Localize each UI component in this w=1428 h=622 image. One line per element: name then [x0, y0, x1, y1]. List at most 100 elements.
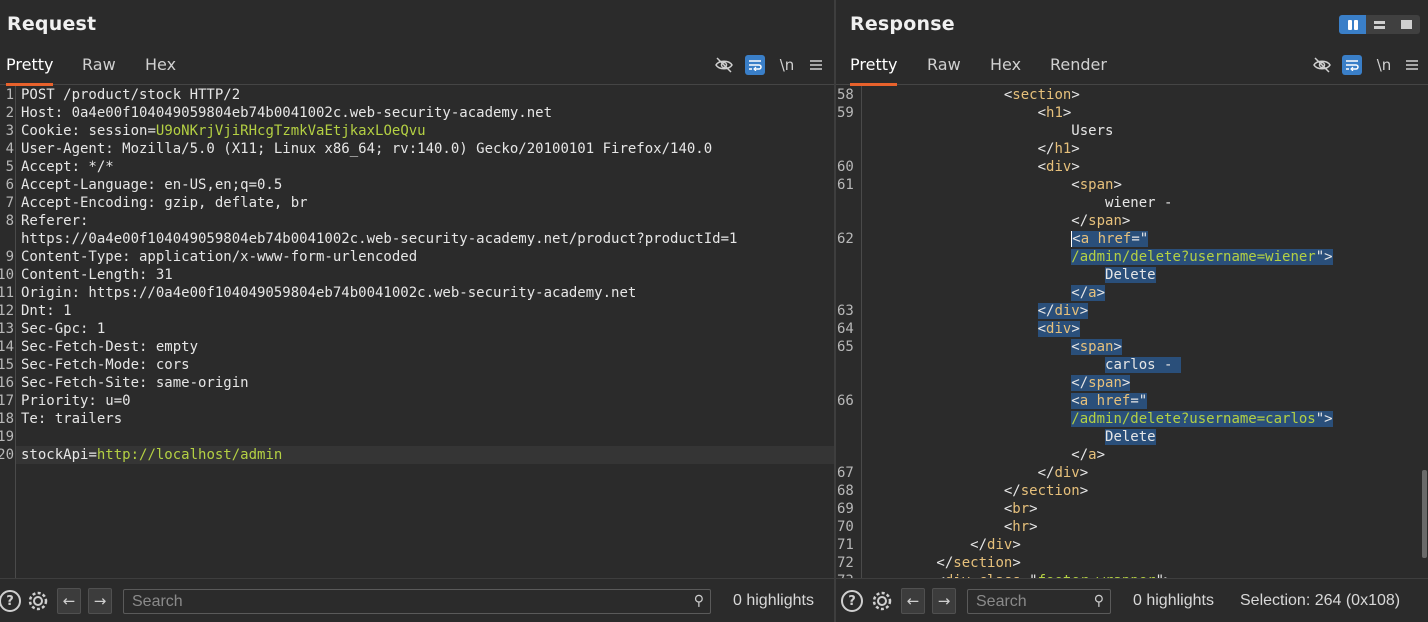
- eye-slash-icon[interactable]: [1312, 55, 1332, 75]
- line-code: <div>: [862, 320, 1428, 338]
- response-bottom-bar: ? ← → ⚲ 0 highlights Selection: 264 (0x1…: [836, 578, 1428, 622]
- hamburger-menu-icon[interactable]: [806, 55, 826, 75]
- response-line[interactable]: 61 <span> wiener - </span>: [836, 176, 1428, 230]
- response-tab-pretty[interactable]: Pretty: [850, 45, 898, 86]
- request-line[interactable]: 8 Referer: https://0a4e00f104049059804eb74…: [0, 212, 834, 248]
- line-number: 14: [0, 339, 14, 355]
- response-line[interactable]: 58 <section>: [836, 86, 1428, 104]
- response-scrollbar[interactable]: [1422, 470, 1427, 558]
- response-line[interactable]: 65 <span> carlos - </span>: [836, 338, 1428, 392]
- stacked-layout-icon[interactable]: [1366, 15, 1393, 34]
- request-line[interactable]: 20 stockApi=http://localhost/admin: [0, 446, 834, 464]
- code-token: >: [1079, 465, 1089, 481]
- request-line[interactable]: 3 Cookie: session=U9oNKrjVjiRHcgTzmkVaEtj…: [0, 122, 834, 140]
- newline-icon[interactable]: \n: [777, 55, 797, 75]
- word-wrap-icon[interactable]: [745, 55, 765, 75]
- single-pane-layout-icon[interactable]: [1393, 15, 1420, 34]
- hamburger-menu-icon[interactable]: [1402, 55, 1422, 75]
- request-line[interactable]: 5 Accept: */*: [0, 158, 834, 176]
- response-line[interactable]: 67 </div>: [836, 464, 1428, 482]
- response-line[interactable]: 59 <h1> Users </h1>: [836, 104, 1428, 158]
- code-token: h1: [1046, 105, 1063, 121]
- response-line[interactable]: 72 </section>: [836, 554, 1428, 572]
- response-line[interactable]: 70 <hr>: [836, 518, 1428, 536]
- request-line[interactable]: 4 User-Agent: Mozilla/5.0 (X11; Linux x86…: [0, 140, 834, 158]
- code-token: <: [869, 177, 1080, 193]
- code-token: /admin/delete?username=wiener: [1071, 249, 1316, 265]
- code-token: Delete: [1105, 267, 1156, 283]
- code-token: <: [1071, 231, 1081, 247]
- response-search-field[interactable]: ⚲: [967, 589, 1111, 614]
- arrow-right-icon[interactable]: →: [88, 588, 112, 614]
- request-tab-raw[interactable]: Raw: [82, 45, 116, 85]
- request-line[interactable]: 7 Accept-Encoding: gzip, deflate, br: [0, 194, 834, 212]
- code-token: /admin/delete?username=carlos: [1071, 411, 1316, 427]
- request-line[interactable]: 15 Sec-Fetch-Mode: cors: [0, 356, 834, 374]
- request-line[interactable]: 18 Te: trailers: [0, 410, 834, 428]
- word-wrap-icon[interactable]: [1342, 55, 1362, 75]
- response-line[interactable]: 71 </div>: [836, 536, 1428, 554]
- response-line[interactable]: 69 <br>: [836, 500, 1428, 518]
- response-line[interactable]: 66 <a href=" /admin/delete?username=carl…: [836, 392, 1428, 464]
- code-token: <: [869, 501, 1013, 517]
- response-tab-render[interactable]: Render: [1050, 45, 1107, 85]
- response-line[interactable]: 62 <a href=" /admin/delete?username=wien…: [836, 230, 1428, 302]
- code-token: http://localhost/admin: [96, 447, 283, 463]
- request-line[interactable]: 13 Sec-Gpc: 1: [0, 320, 834, 338]
- request-tabs: Pretty Raw Hex: [0, 45, 834, 86]
- request-line[interactable]: 19: [0, 428, 834, 446]
- code-token: <: [869, 105, 1047, 121]
- response-tab-raw[interactable]: Raw: [927, 45, 961, 85]
- code-token: Sec-Fetch-Site: same-origin: [21, 375, 249, 391]
- gear-icon[interactable]: [871, 590, 893, 612]
- request-line[interactable]: 11 Origin: https://0a4e00f104049059804eb7…: [0, 284, 834, 302]
- arrow-left-icon[interactable]: ←: [57, 588, 81, 614]
- line-code: </section>: [862, 482, 1428, 500]
- wrapped-continuation: https://0a4e00f104049059804eb74b0041002c…: [21, 231, 738, 247]
- request-line[interactable]: 16 Sec-Fetch-Site: same-origin: [0, 374, 834, 392]
- request-line[interactable]: 1 POST /product/stock HTTP/2: [0, 86, 834, 104]
- arrow-left-icon[interactable]: ←: [901, 588, 925, 614]
- request-search-field[interactable]: ⚲: [123, 589, 711, 614]
- arrow-right-icon[interactable]: →: [932, 588, 956, 614]
- request-editor[interactable]: 1 POST /product/stock HTTP/2 2 Host: 0a4e00…: [0, 86, 834, 578]
- response-line[interactable]: 60 <div>: [836, 158, 1428, 176]
- help-icon[interactable]: ?: [0, 590, 21, 612]
- eye-slash-icon[interactable]: [714, 55, 734, 75]
- help-icon[interactable]: ?: [841, 590, 863, 612]
- newline-icon[interactable]: \n: [1374, 55, 1394, 75]
- line-code: <div>: [862, 158, 1428, 176]
- request-tab-hex[interactable]: Hex: [145, 45, 176, 85]
- line-code: Sec-Gpc: 1: [16, 320, 834, 338]
- request-tab-pretty[interactable]: Pretty: [6, 45, 54, 86]
- request-line[interactable]: 6 Accept-Language: en-US,en;q=0.5: [0, 176, 834, 194]
- code-token: wiener -: [869, 195, 1173, 211]
- response-line[interactable]: 68 </section>: [836, 482, 1428, 500]
- response-editor[interactable]: 58 <section> 59 <h1> Users </h1> 60 <div> 6…: [836, 86, 1428, 578]
- line-code: <a href=" /admin/delete?username=carlos"…: [862, 392, 1428, 464]
- request-search-input[interactable]: [124, 590, 710, 613]
- code-token: h1: [1054, 141, 1072, 157]
- request-line[interactable]: 9 Content-Type: application/x-www-form-ur…: [0, 248, 834, 266]
- response-line[interactable]: 63 </div>: [836, 302, 1428, 320]
- request-line[interactable]: 17 Priority: u=0: [0, 392, 834, 410]
- request-line[interactable]: 10 Content-Length: 31: [0, 266, 834, 284]
- response-tab-hex[interactable]: Hex: [990, 45, 1021, 85]
- request-line[interactable]: 12 Dnt: 1: [0, 302, 834, 320]
- line-number: 9: [5, 249, 14, 265]
- code-token: POST /product/stock HTTP/2: [21, 87, 241, 103]
- code-token: </: [869, 483, 1021, 499]
- request-panel: Request Pretty Raw Hex \n 1 POST /product…: [0, 0, 834, 622]
- request-line[interactable]: 2 Host: 0a4e00f104049059804eb74b0041002c.…: [0, 104, 834, 122]
- code-token: ">: [1315, 249, 1333, 265]
- response-line[interactable]: 64 <div>: [836, 320, 1428, 338]
- request-line[interactable]: 14 Sec-Fetch-Dest: empty: [0, 338, 834, 356]
- response-search-input[interactable]: [968, 590, 1110, 613]
- side-by-side-layout-icon[interactable]: [1339, 15, 1366, 34]
- gear-icon[interactable]: [27, 590, 49, 612]
- line-code: stockApi=http://localhost/admin: [16, 446, 834, 464]
- code-token: >: [1079, 303, 1089, 319]
